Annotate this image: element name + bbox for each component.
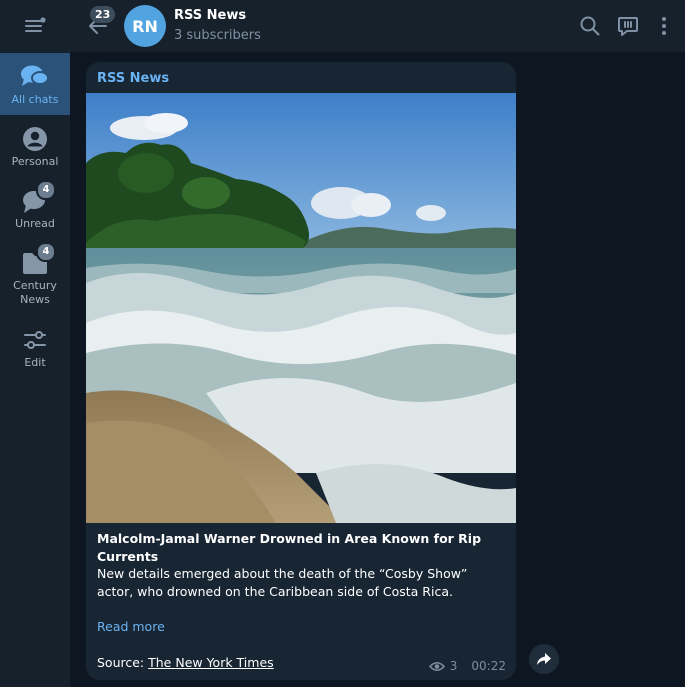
chat-bubble-icon: 4 <box>20 180 56 215</box>
channel-title[interactable]: RSS News <box>174 8 246 23</box>
channel-post-bubble: RSS News Malcolm-Jamal Warner Drowned in… <box>86 62 516 680</box>
forward-button[interactable] <box>529 644 559 674</box>
unread-count-badge: 4 <box>36 180 56 200</box>
source-prefix: Source: <box>97 655 149 670</box>
discussion-button[interactable] <box>616 14 640 38</box>
folder-label: Century News <box>13 279 57 306</box>
hamburger-menu-icon <box>25 17 46 32</box>
folder-label: Personal <box>11 155 59 168</box>
folder-label: All chats <box>11 93 59 106</box>
post-source: Source: The New York Times <box>97 655 274 670</box>
folder-label: Edit <box>24 356 46 369</box>
folder-icon: 4 <box>20 242 56 277</box>
folder-all-chats[interactable]: All chats <box>0 53 70 115</box>
beach-waves-photo-icon <box>86 93 516 523</box>
eye-icon <box>428 661 445 671</box>
search-button[interactable] <box>578 14 602 38</box>
share-arrow-icon <box>537 653 551 665</box>
comments-icon <box>618 17 638 36</box>
folder-label: Unread <box>15 217 55 230</box>
chat-header: 23 RN RSS News 3 subscribers <box>70 0 685 52</box>
unread-count-badge: 4 <box>36 242 56 262</box>
sliders-icon <box>20 326 50 354</box>
more-vertical-icon <box>662 17 666 35</box>
search-icon <box>580 16 600 36</box>
channel-subscribers: 3 subscribers <box>174 28 261 43</box>
channel-avatar[interactable]: RN <box>124 5 166 47</box>
main-menu-button[interactable] <box>0 0 70 52</box>
post-headline: Malcolm-Jamal Warner Drowned in Area Kno… <box>97 531 482 564</box>
folder-century-news[interactable]: 4 Century News <box>0 239 70 313</box>
post-author[interactable]: RSS News <box>97 71 169 86</box>
back-unread-counter: 23 <box>90 6 116 23</box>
view-count: 3 <box>449 659 458 673</box>
person-icon <box>20 125 50 153</box>
folders-sidebar: All chats Personal 4 Unread 4 Century Ne… <box>0 0 70 687</box>
folder-personal[interactable]: Personal <box>0 115 70 177</box>
folder-unread[interactable]: 4 Unread <box>0 177 70 239</box>
post-photo[interactable] <box>86 93 516 523</box>
source-link[interactable]: The New York Times <box>148 655 274 670</box>
read-more-link[interactable]: Read more <box>97 619 165 634</box>
avatar-initials: RN <box>132 16 158 36</box>
post-text: New details emerged about the death of t… <box>97 566 468 599</box>
post-meta: 3 00:22 <box>428 659 506 673</box>
folder-edit[interactable]: Edit <box>0 316 70 378</box>
chats-icon <box>20 63 50 91</box>
more-options-button[interactable] <box>652 14 676 38</box>
post-time: 00:22 <box>471 659 506 673</box>
